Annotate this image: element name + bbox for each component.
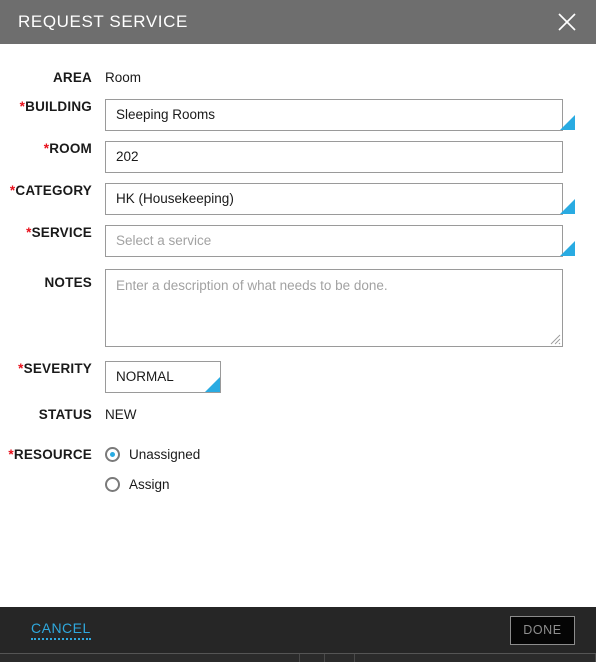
field-row-area: AREA Room [0, 70, 576, 86]
dialog-footer: CANCEL DONE [0, 607, 596, 653]
room-input[interactable]: 202 [105, 141, 563, 173]
label-resource: *RESOURCE [8, 447, 92, 462]
done-button[interactable]: DONE [510, 615, 575, 645]
close-icon[interactable] [552, 7, 582, 37]
sliver-segment [0, 654, 300, 662]
sliver-segment [325, 654, 355, 662]
field-room: 202 [105, 141, 576, 173]
radio-assign[interactable]: Assign [105, 473, 576, 496]
label-service: *SERVICE [26, 225, 92, 240]
building-select[interactable]: Sleeping Rooms [105, 99, 563, 131]
field-row-category: *CATEGORY HK (Housekeeping) [0, 183, 576, 215]
status-value: NEW [105, 407, 137, 422]
field-resource: Unassigned Assign [105, 443, 576, 503]
sliver-segment [355, 654, 596, 662]
notes-textarea[interactable]: Enter a description of what needs to be … [105, 269, 563, 347]
label-category: *CATEGORY [9, 183, 92, 198]
field-severity: NORMAL [105, 361, 576, 393]
dialog-titlebar: REQUEST SERVICE [0, 0, 596, 44]
field-service: Select a service [105, 225, 576, 257]
area-value: Room [105, 70, 142, 85]
request-service-dialog: REQUEST SERVICE AREA Room *BUILDING Slee… [0, 0, 596, 662]
request-service-form: AREA Room *BUILDING Sleeping Rooms *ROOM… [0, 44, 596, 607]
label-status: STATUS [38, 407, 92, 422]
field-row-status: STATUS NEW [0, 407, 576, 423]
sliver-segment [300, 654, 325, 662]
severity-select[interactable]: NORMAL [105, 361, 221, 393]
label-notes: NOTES [44, 275, 92, 290]
label-severity: *SEVERITY [18, 361, 92, 376]
field-row-notes: NOTES Enter a description of what needs … [0, 269, 576, 347]
field-status: NEW [105, 407, 576, 423]
label-building: *BUILDING [19, 99, 92, 114]
field-row-room: *ROOM 202 [0, 141, 576, 173]
background-page-sliver [0, 653, 596, 662]
label-room: *ROOM [43, 141, 92, 156]
field-row-severity: *SEVERITY NORMAL [0, 361, 576, 393]
field-row-resource: *RESOURCE Unassigned Assign [0, 443, 576, 503]
field-building: Sleeping Rooms [105, 99, 576, 131]
cancel-button[interactable]: CANCEL [31, 620, 91, 640]
radio-assign-label: Assign [129, 477, 170, 492]
field-row-building: *BUILDING Sleeping Rooms [0, 99, 576, 131]
radio-unselected-icon [105, 477, 120, 492]
dialog-title: REQUEST SERVICE [18, 12, 188, 31]
category-select[interactable]: HK (Housekeeping) [105, 183, 563, 215]
service-select[interactable]: Select a service [105, 225, 563, 257]
label-area: AREA [52, 70, 92, 85]
field-category: HK (Housekeeping) [105, 183, 576, 215]
radio-selected-icon [105, 447, 120, 462]
field-row-service: *SERVICE Select a service [0, 225, 576, 257]
field-notes: Enter a description of what needs to be … [105, 269, 576, 347]
radio-unassigned[interactable]: Unassigned [105, 443, 576, 466]
radio-unassigned-label: Unassigned [129, 447, 201, 462]
field-area: Room [105, 70, 576, 86]
